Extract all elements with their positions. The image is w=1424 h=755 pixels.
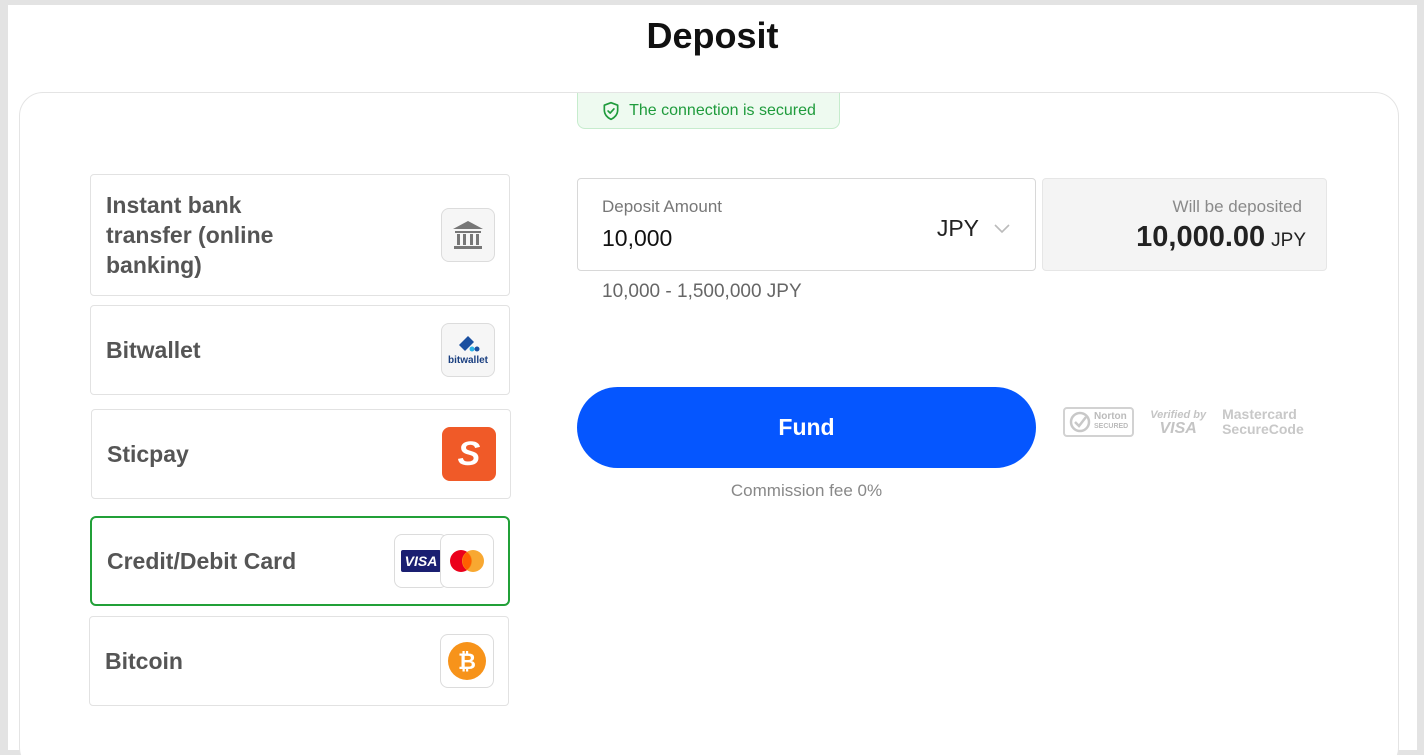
mastercard-securecode-logo: Mastercard SecureCode <box>1222 407 1304 437</box>
visa-logo-text: VISA <box>400 550 442 572</box>
method-sticpay[interactable]: Sticpay S <box>91 409 511 499</box>
method-instant-bank-transfer[interactable]: Instant bank transfer (online banking) <box>90 174 510 296</box>
norton-line2: SECURED <box>1094 423 1129 430</box>
bitwallet-logo-text: bitwallet <box>447 354 488 366</box>
verified-by-visa-logo: Verified by VISA <box>1150 409 1206 437</box>
deposit-amount-label: Deposit Amount <box>602 197 723 216</box>
vbv-line2: VISA <box>1159 420 1197 437</box>
shield-check-icon <box>603 101 619 120</box>
method-label: Bitcoin <box>105 648 183 674</box>
method-label: Credit/Debit Card <box>107 548 297 574</box>
fund-button[interactable]: Fund <box>577 387 1036 468</box>
secure-connection-text: The connection is secured <box>629 101 816 119</box>
deposit-amount-input[interactable] <box>602 225 862 252</box>
page: Deposit The connection is secured Instan… <box>8 5 1417 755</box>
secure-connection-badge: The connection is secured <box>577 93 840 129</box>
norton-line1: Norton <box>1094 411 1127 422</box>
will-be-deposited-value-wrap: 10,000.00 JPY <box>1136 221 1306 254</box>
deposit-amount-field[interactable]: Deposit Amount JPY <box>577 178 1036 271</box>
bank-icon <box>441 208 495 262</box>
currency-select[interactable]: JPY <box>937 215 1011 242</box>
commission-fee-text: Commission fee 0% <box>730 481 883 500</box>
will-be-deposited-currency: JPY <box>1271 230 1306 251</box>
chevron-down-icon <box>994 223 1010 233</box>
page-title: Deposit <box>646 15 779 56</box>
bitwallet-logo: bitwallet <box>441 323 495 377</box>
sticpay-logo: S <box>442 427 496 481</box>
method-label: Instant bank transfer (online banking) <box>106 192 274 278</box>
norton-secured-logo: Norton SECURED <box>1063 407 1135 437</box>
svg-text:₿: ₿ <box>458 650 476 675</box>
trust-logos: Norton SECURED Verified by VISA Masterca… <box>1063 407 1304 437</box>
mc-line2: SecureCode <box>1222 421 1304 437</box>
mc-line1: Mastercard <box>1222 406 1297 422</box>
bitcoin-icon: ₿ <box>440 634 494 688</box>
mastercard-icon <box>440 534 494 588</box>
method-bitcoin[interactable]: Bitcoin ₿ <box>89 616 509 706</box>
will-be-deposited-box: Will be deposited 10,000.00 JPY <box>1042 178 1327 271</box>
method-bitwallet[interactable]: Bitwallet bitwallet <box>90 305 510 395</box>
method-label: Sticpay <box>107 441 189 467</box>
will-be-deposited-value: 10,000.00 <box>1136 221 1266 253</box>
will-be-deposited-label: Will be deposited <box>1172 197 1302 216</box>
deposit-range-text: 10,000 - 1,500,000 JPY <box>602 281 802 302</box>
method-credit-debit-card[interactable]: Credit/Debit Card VISA <box>90 516 510 606</box>
norton-check-icon <box>1069 411 1091 433</box>
currency-select-value: JPY <box>936 215 979 241</box>
sticpay-logo-letter: S <box>457 434 481 473</box>
method-label: Bitwallet <box>106 337 201 363</box>
